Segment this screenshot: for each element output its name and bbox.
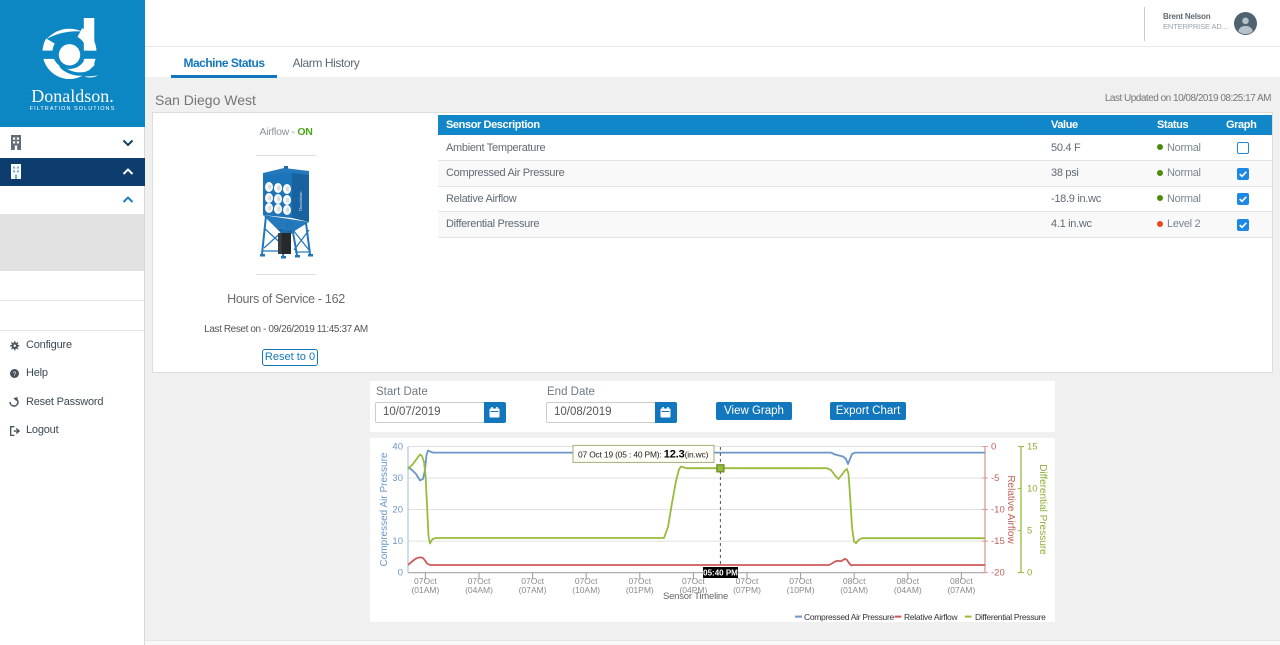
- svg-text:-15: -15: [991, 536, 1005, 547]
- svg-text:(04AM): (04AM): [894, 585, 922, 595]
- svg-text:30: 30: [392, 473, 403, 484]
- svg-text:?: ?: [13, 371, 17, 378]
- svg-text:(01AM): (01AM): [840, 585, 868, 595]
- svg-text:(10PM): (10PM): [787, 585, 815, 595]
- svg-text:-10: -10: [991, 505, 1005, 516]
- svg-text:07 Oct 19 (05 : 40 PM): 12.3(i: 07 Oct 19 (05 : 40 PM): 12.3(in.wc): [578, 449, 709, 461]
- svg-text:10: 10: [1027, 484, 1038, 495]
- svg-text:(07PM): (07PM): [733, 585, 761, 595]
- svg-text:-5: -5: [991, 473, 999, 484]
- svg-text:Relative Airflow: Relative Airflow: [1005, 475, 1016, 544]
- svg-text:(01AM): (01AM): [411, 585, 439, 595]
- svg-text:Differential Pressure: Differential Pressure: [1037, 464, 1048, 555]
- svg-text:5: 5: [1027, 526, 1032, 537]
- svg-text:(10AM): (10AM): [572, 585, 600, 595]
- svg-text:(01PM): (01PM): [626, 585, 654, 595]
- svg-text:40: 40: [392, 442, 403, 453]
- svg-text:(04AM): (04AM): [465, 585, 493, 595]
- svg-text:Compressed Air Pressure: Compressed Air Pressure: [379, 452, 390, 566]
- svg-text:10: 10: [392, 536, 403, 547]
- svg-text:0: 0: [1027, 568, 1032, 579]
- svg-text:0: 0: [991, 442, 996, 453]
- svg-text:(07AM): (07AM): [947, 585, 975, 595]
- svg-text:Compressed Air Pressure: Compressed Air Pressure: [804, 612, 895, 622]
- svg-text:20: 20: [392, 505, 403, 516]
- svg-text:Donaldson: Donaldson: [298, 191, 303, 211]
- svg-text:05:40 PM: 05:40 PM: [703, 569, 738, 578]
- svg-text:Relative Airflow: Relative Airflow: [904, 612, 958, 622]
- svg-text:Sensor Timeline: Sensor Timeline: [663, 591, 728, 602]
- svg-text:15: 15: [1027, 442, 1038, 453]
- svg-text:(07AM): (07AM): [519, 585, 547, 595]
- svg-text:-20: -20: [991, 568, 1005, 579]
- svg-text:Differential Pressure: Differential Pressure: [975, 612, 1046, 622]
- svg-text:0: 0: [398, 568, 403, 579]
